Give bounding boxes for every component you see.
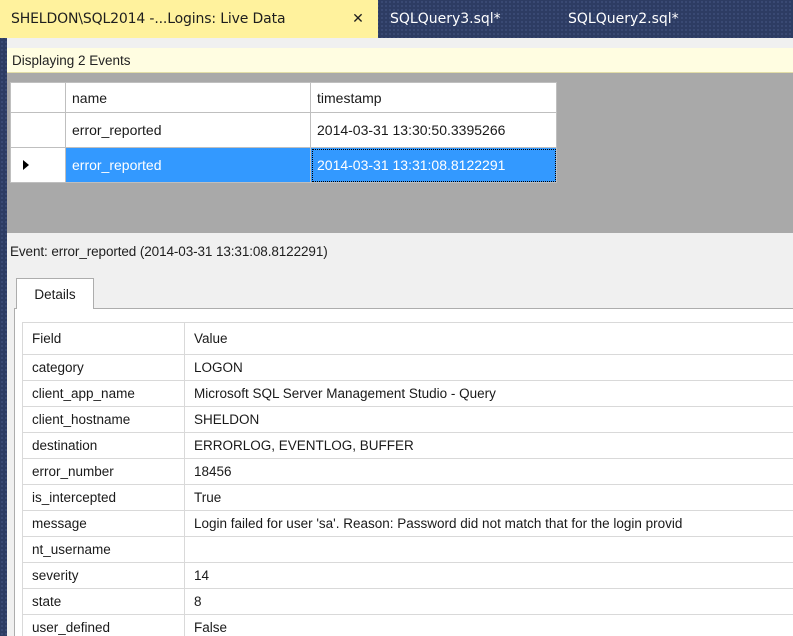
column-header-field[interactable]: Field <box>22 322 185 355</box>
tab-sqlquery3-label: SQLQuery3.sql* <box>390 11 501 27</box>
value-cell[interactable] <box>184 536 793 563</box>
event-details-grid: Field Value category LOGON client_app_nam… <box>22 322 793 636</box>
table-row[interactable]: state 8 <box>22 588 793 615</box>
field-cell[interactable]: client_hostname <box>22 406 185 433</box>
table-row[interactable]: user_defined False <box>22 614 793 636</box>
value-cell[interactable]: 14 <box>184 562 793 589</box>
details-header: Field Value <box>22 322 793 355</box>
column-header-timestamp[interactable]: timestamp <box>310 82 557 113</box>
tab-sqlquery3[interactable]: SQLQuery3.sql* <box>378 0 556 38</box>
event-count-bar: Displaying 2 Events <box>7 48 793 73</box>
events-grid-header: name timestamp <box>10 82 557 113</box>
event-timestamp-cell[interactable]: 2014-03-31 13:30:50.3395266 <box>310 112 557 148</box>
field-cell[interactable]: state <box>22 588 185 615</box>
value-cell[interactable]: False <box>184 614 793 636</box>
value-cell[interactable]: LOGON <box>184 354 793 381</box>
row-header-corner <box>10 82 66 113</box>
live-data-panel: Displaying 2 Events name timestamp error… <box>7 38 793 636</box>
table-row-selected[interactable]: error_reported 2014-03-31 13:31:08.81222… <box>10 147 557 183</box>
value-cell[interactable]: 8 <box>184 588 793 615</box>
field-cell[interactable]: error_number <box>22 458 185 485</box>
tab-live-data[interactable]: SHELDON\SQL2014 -...Logins: Live Data ✕ <box>0 0 378 38</box>
value-cell[interactable]: ERRORLOG, EVENTLOG, BUFFER <box>184 432 793 459</box>
field-cell[interactable]: is_intercepted <box>22 484 185 511</box>
field-cell[interactable]: user_defined <box>22 614 185 636</box>
tab-sqlquery2[interactable]: SQLQuery2.sql* <box>556 0 726 38</box>
value-cell[interactable]: SHELDON <box>184 406 793 433</box>
events-grid-area: name timestamp error_reported 2014-03-31… <box>7 73 793 233</box>
event-name-cell[interactable]: error_reported <box>65 147 311 183</box>
close-icon[interactable]: ✕ <box>350 11 366 27</box>
value-cell[interactable]: 18456 <box>184 458 793 485</box>
table-row[interactable]: client_hostname SHELDON <box>22 406 793 433</box>
event-name-cell[interactable]: error_reported <box>65 112 311 148</box>
tab-sqlquery2-label: SQLQuery2.sql* <box>568 11 679 27</box>
row-selector[interactable] <box>10 112 66 148</box>
value-cell[interactable]: Microsoft SQL Server Management Studio -… <box>184 380 793 407</box>
table-row[interactable]: client_app_name Microsoft SQL Server Mana… <box>22 380 793 407</box>
table-row[interactable]: error_reported 2014-03-31 13:30:50.33952… <box>10 112 557 148</box>
value-cell[interactable]: Login failed for user 'sa'. Reason: Pass… <box>184 510 793 537</box>
table-row[interactable]: error_number 18456 <box>22 458 793 485</box>
document-tab-strip: SHELDON\SQL2014 -...Logins: Live Data ✕ … <box>0 0 793 38</box>
value-cell[interactable]: True <box>184 484 793 511</box>
field-cell[interactable]: nt_username <box>22 536 185 563</box>
row-selector[interactable] <box>10 147 66 183</box>
tab-live-data-label: SHELDON\SQL2014 -...Logins: Live Data <box>11 11 286 27</box>
tab-details-label: Details <box>34 286 76 302</box>
event-timestamp-cell[interactable]: 2014-03-31 13:31:08.8122291 <box>310 147 557 183</box>
events-grid: name timestamp error_reported 2014-03-31… <box>10 82 557 183</box>
field-cell[interactable]: client_app_name <box>22 380 185 407</box>
event-count-text: Displaying 2 Events <box>12 52 131 68</box>
table-row[interactable]: severity 14 <box>22 562 793 589</box>
tab-details[interactable]: Details <box>16 278 94 309</box>
table-row[interactable]: destination ERRORLOG, EVENTLOG, BUFFER <box>22 432 793 459</box>
column-header-name[interactable]: name <box>65 82 311 113</box>
table-row[interactable]: category LOGON <box>22 354 793 381</box>
field-cell[interactable]: severity <box>22 562 185 589</box>
field-cell[interactable]: message <box>22 510 185 537</box>
table-row[interactable]: message Login failed for user 'sa'. Reaso… <box>22 510 793 537</box>
current-row-arrow-icon <box>23 160 29 170</box>
column-header-value[interactable]: Value <box>184 322 793 355</box>
selected-event-title: Event: error_reported (2014-03-31 13:31:… <box>10 244 328 259</box>
field-cell[interactable]: category <box>22 354 185 381</box>
table-row[interactable]: is_intercepted True <box>22 484 793 511</box>
table-row[interactable]: nt_username <box>22 536 793 563</box>
field-cell[interactable]: destination <box>22 432 185 459</box>
details-pane: Field Value category LOGON client_app_nam… <box>14 308 793 636</box>
